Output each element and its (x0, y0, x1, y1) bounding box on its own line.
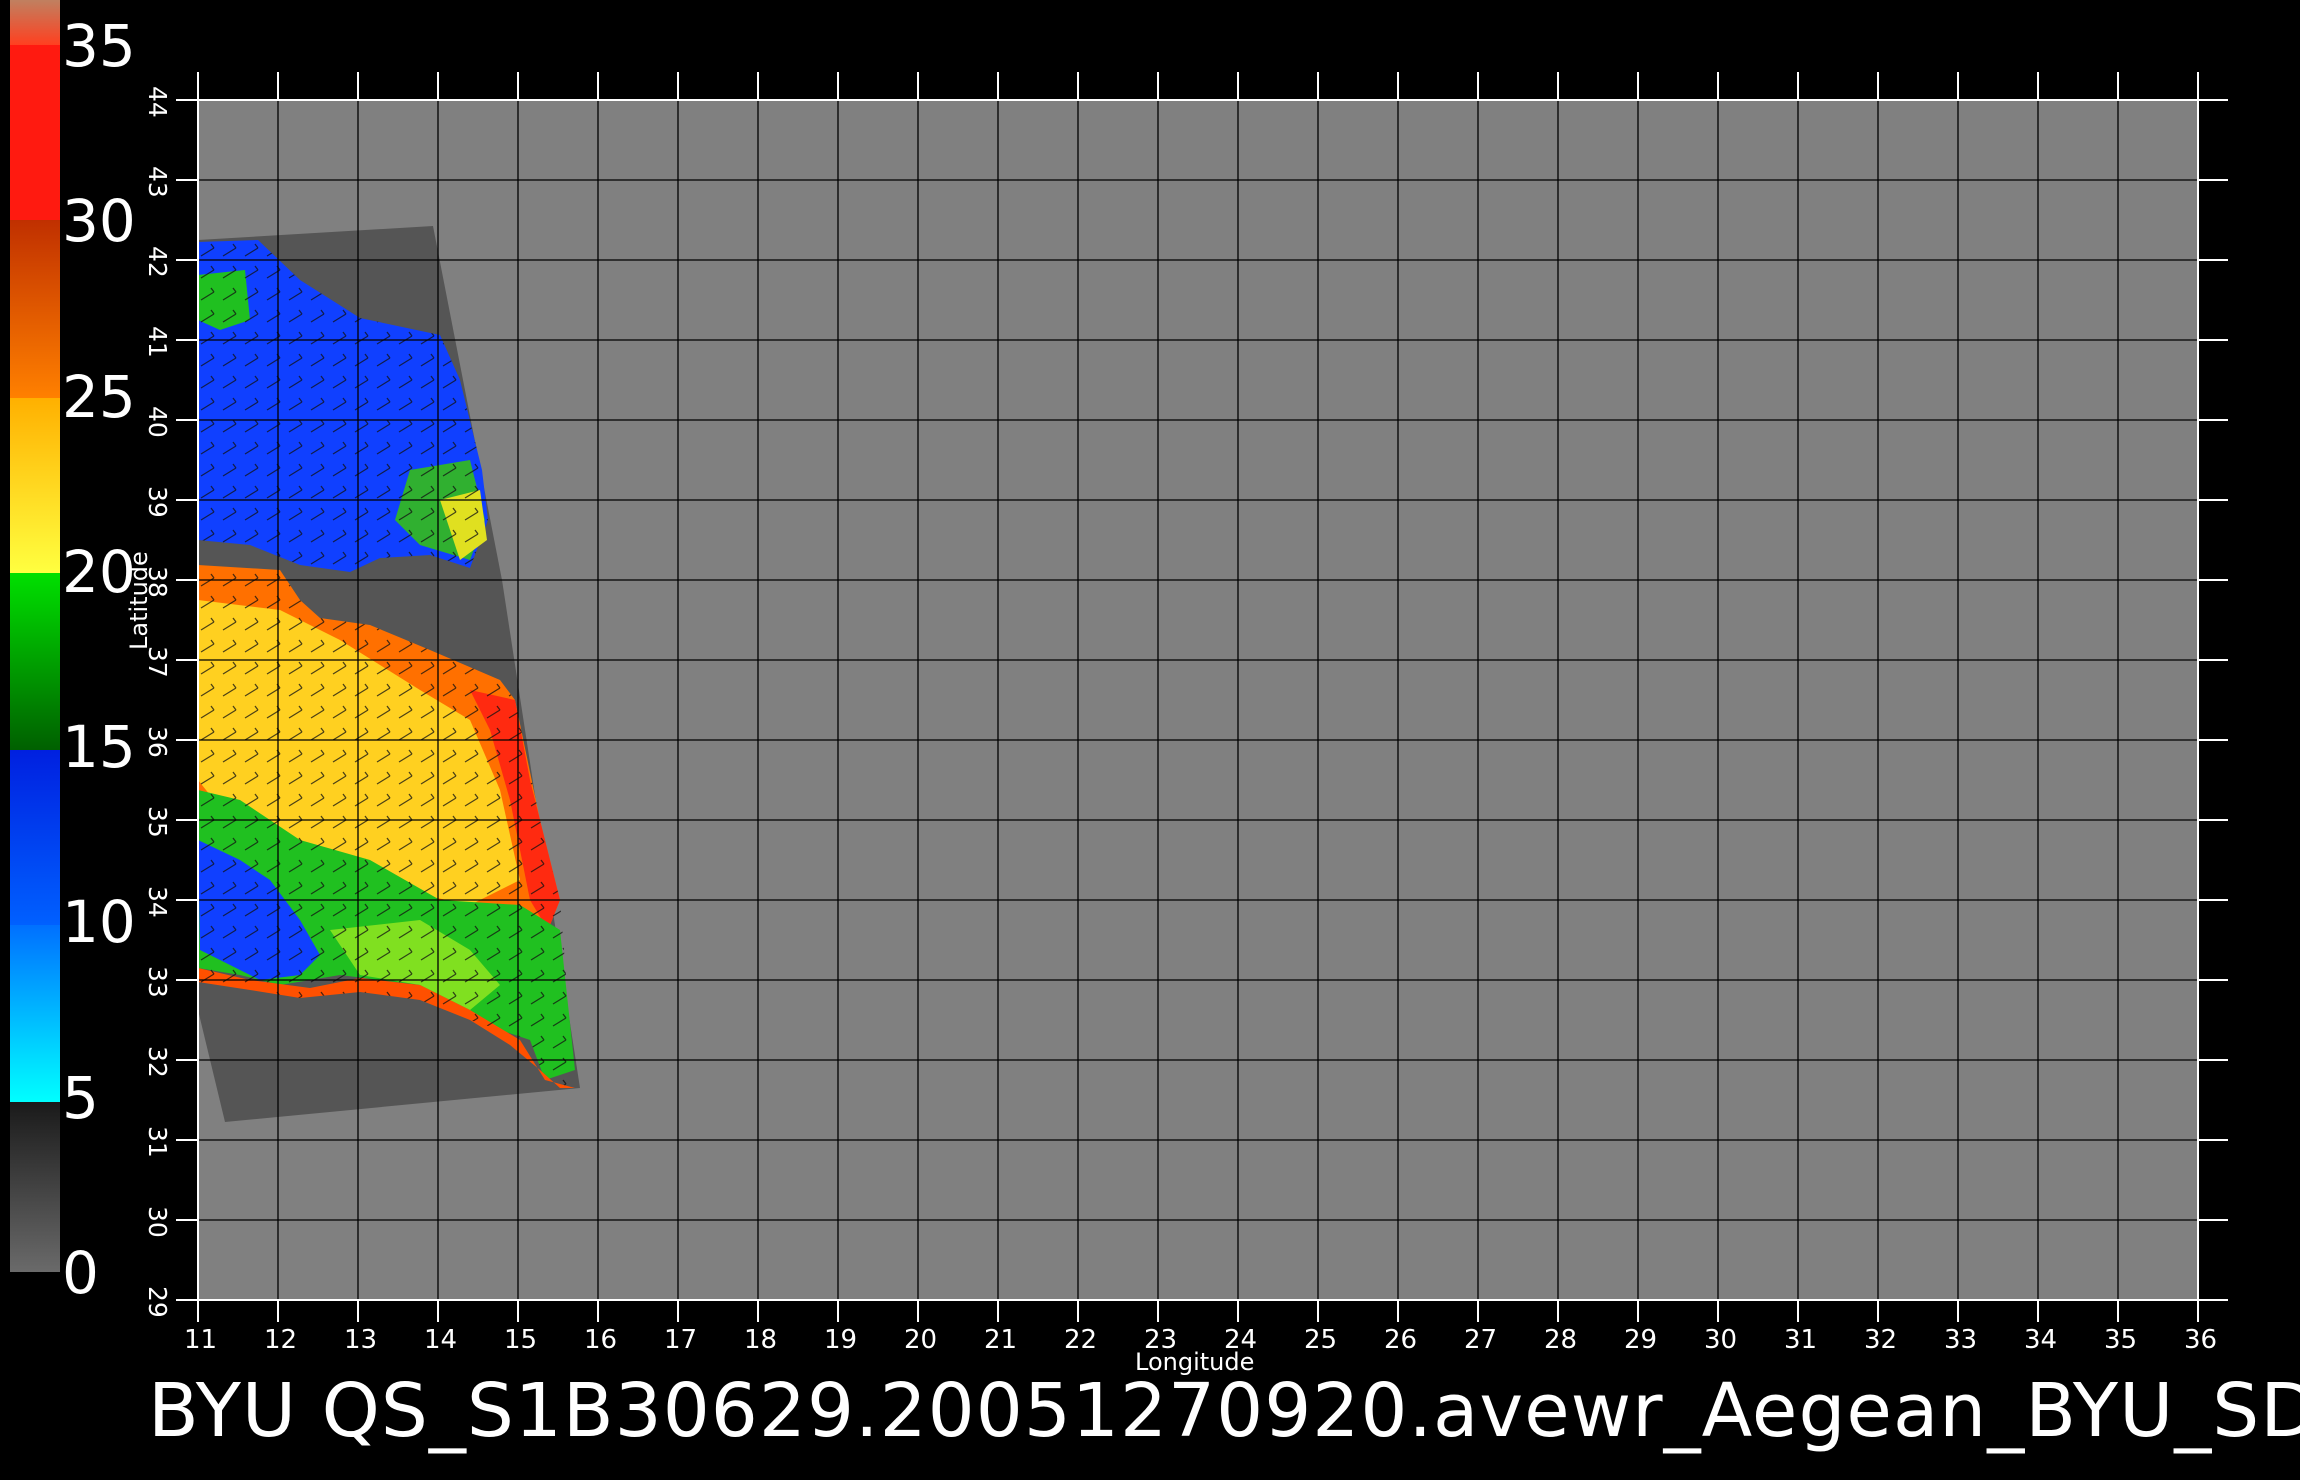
colorbar-label: 5 (62, 1063, 99, 1132)
lat-tick-label: 35 (143, 806, 172, 838)
colorbar-label: 35 (62, 12, 136, 80)
map-canvas (10, 0, 2228, 1322)
lat-tick-label: 36 (143, 726, 172, 758)
colorbar-band-30-35 (10, 45, 60, 220)
lon-tick-label: 36 (2184, 1325, 2218, 1355)
lon-tick-label: 17 (664, 1325, 698, 1355)
lon-tick-label: 13 (344, 1325, 378, 1355)
colorbar-label: 25 (62, 362, 136, 431)
lon-tick-label: 33 (1944, 1325, 1978, 1355)
lon-tick-label: 15 (504, 1325, 538, 1355)
colorbar-band-5-10 (10, 925, 60, 1102)
lat-tick-label: 29 (143, 1286, 172, 1318)
lat-tick-label: 37 (143, 646, 172, 678)
colorbar-band-35 (10, 0, 60, 45)
lat-tick-label: 39 (143, 486, 172, 518)
lon-tick-label: 28 (1544, 1325, 1578, 1355)
lat-tick-label: 43 (143, 166, 172, 198)
lat-tick-label: 34 (143, 886, 172, 918)
lat-tick-label: 42 (143, 246, 172, 278)
colorbar-label: 15 (62, 713, 136, 782)
lon-tick-label: 35 (2104, 1325, 2138, 1355)
colorbar-band-15-20 (10, 573, 60, 750)
lon-tick-label: 14 (424, 1325, 458, 1355)
lon-tick-label: 21 (984, 1325, 1018, 1355)
lon-tick-label: 20 (904, 1325, 938, 1355)
colorbar-label: 10 (62, 888, 136, 957)
lon-tick-label: 27 (1464, 1325, 1498, 1355)
lat-tick-label: 40 (143, 406, 172, 438)
lon-tick-label: 30 (1704, 1325, 1738, 1355)
lon-tick-label: 18 (744, 1325, 778, 1355)
image-caption: BYU QS_S1B30629.20051270920.avewr_Aegean… (148, 1368, 2300, 1454)
lat-tick-label: 33 (143, 966, 172, 998)
lon-tick-label: 29 (1624, 1325, 1658, 1355)
lon-tick-label: 11 (184, 1325, 218, 1355)
lon-tick-label: 19 (824, 1325, 858, 1355)
lat-tick-label: 41 (143, 326, 172, 358)
lat-tick-label: 32 (143, 1046, 172, 1078)
lon-tick-label: 16 (584, 1325, 618, 1355)
lat-tick-label: 30 (143, 1206, 172, 1238)
lon-tick-label: 12 (264, 1325, 298, 1355)
lon-tick-label: 25 (1304, 1325, 1338, 1355)
colorbar-label: 30 (62, 187, 136, 256)
colorbar-band-25-30 (10, 220, 60, 398)
colorbar (10, 0, 60, 1272)
lon-tick-label: 34 (2024, 1325, 2058, 1355)
colorbar-band-0-5 (10, 1102, 60, 1272)
lat-tick-label: 44 (143, 86, 172, 118)
lat-tick-label: 31 (143, 1126, 172, 1158)
colorbar-label: 0 (62, 1239, 99, 1307)
colorbar-band-20-25 (10, 398, 60, 573)
lon-tick-label: 31 (1784, 1325, 1818, 1355)
lon-tick-label: 26 (1384, 1325, 1418, 1355)
colorbar-band-10-15 (10, 750, 60, 925)
lon-tick-label: 32 (1864, 1325, 1898, 1355)
lon-tick-label: 22 (1064, 1325, 1098, 1355)
y-axis-label: Latitude (125, 551, 153, 650)
